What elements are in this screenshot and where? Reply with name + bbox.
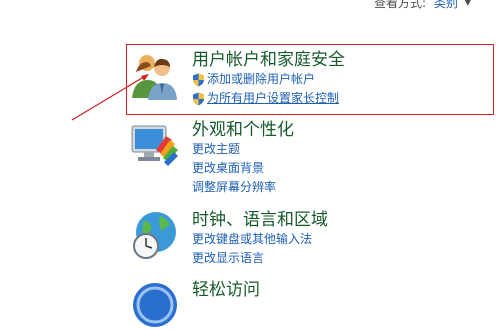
globe-clock-icon[interactable]: [130, 210, 180, 260]
shield-icon: [193, 73, 204, 86]
shield-icon: [193, 92, 204, 105]
monitor-palette-icon[interactable]: [130, 120, 180, 170]
category-title[interactable]: 用户帐户和家庭安全: [192, 50, 492, 70]
category-title[interactable]: 时钟、语言和区域: [192, 210, 492, 230]
add-remove-user-accounts-link[interactable]: 添加或删除用户帐户: [192, 70, 492, 89]
change-theme-link[interactable]: 更改主题: [192, 140, 492, 159]
change-keyboard-input-link[interactable]: 更改键盘或其他输入法: [192, 230, 492, 249]
change-desktop-background-link[interactable]: 更改桌面背景: [192, 159, 492, 178]
change-display-language-link[interactable]: 更改显示语言: [192, 249, 492, 268]
category-title[interactable]: 外观和个性化: [192, 120, 492, 140]
users-icon[interactable]: [130, 50, 180, 100]
adjust-screen-resolution-link[interactable]: 调整屏幕分辨率: [192, 178, 492, 197]
parental-controls-link[interactable]: 为所有用户设置家长控制: [192, 89, 492, 108]
ease-of-access-icon[interactable]: [130, 280, 180, 330]
category-title[interactable]: 轻松访问: [192, 280, 492, 300]
